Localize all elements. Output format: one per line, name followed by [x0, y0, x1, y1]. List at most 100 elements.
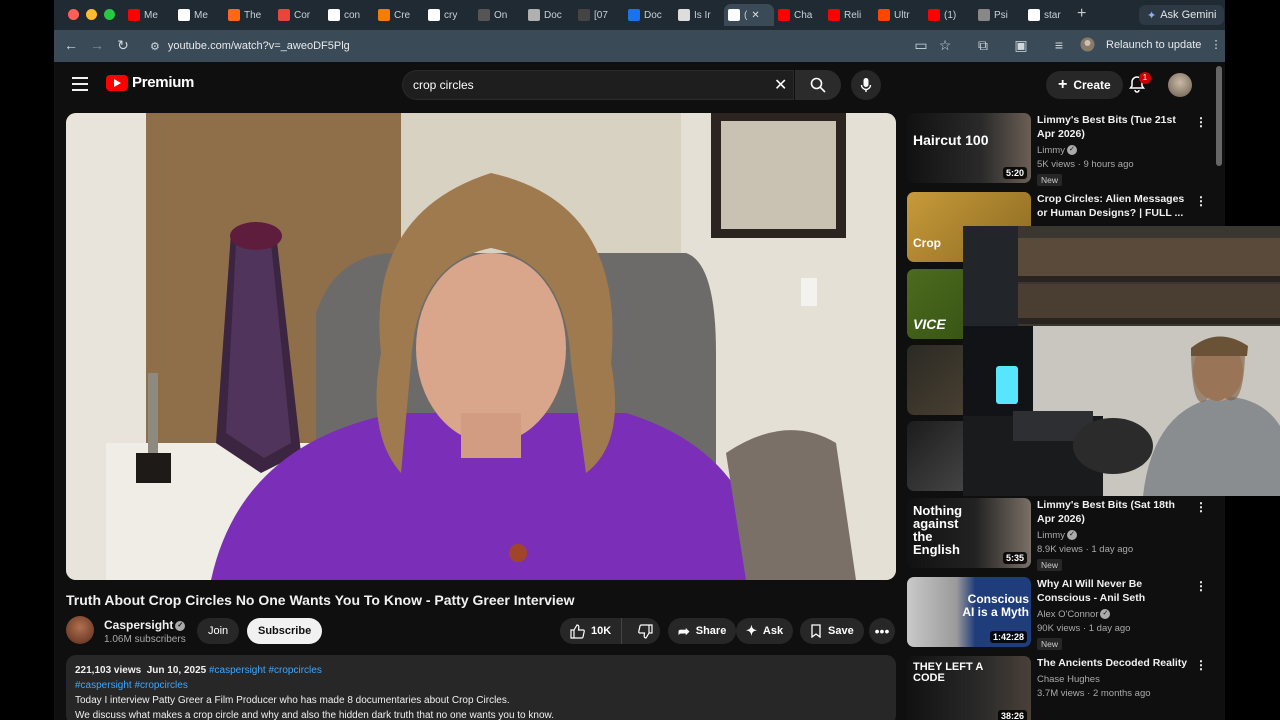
related-video-title[interactable]: Crop Circles: Alien Messages or Human De…	[1037, 192, 1189, 220]
voice-search-button[interactable]	[851, 70, 881, 100]
browser-tab[interactable]: On	[474, 4, 524, 26]
browser-tab[interactable]: Ultr	[874, 4, 924, 26]
video-thumbnail[interactable]: THEY LEFT A CODE 38:26	[907, 656, 1031, 720]
related-channel[interactable]: Limmy ✓	[1037, 530, 1077, 541]
related-video-meta: 5K views · 9 hours ago	[1037, 159, 1134, 170]
site-settings-icon[interactable]: ⚙	[150, 40, 160, 53]
back-arrow-icon[interactable]: ←	[62, 37, 80, 53]
related-video-meta: 3.7M views · 2 months ago	[1037, 688, 1151, 699]
browser-tab[interactable]: Reli	[824, 4, 874, 26]
maximize-window-button[interactable]	[104, 9, 115, 20]
reload-icon[interactable]: ↻	[114, 37, 132, 54]
share-button[interactable]: ➦ Share	[668, 618, 737, 644]
new-tab-button[interactable]: +	[1077, 5, 1086, 23]
relaunch-button[interactable]: Relaunch to update ⋮	[1106, 38, 1221, 51]
menu-dots-icon[interactable]: ⋮	[1210, 39, 1221, 51]
related-channel[interactable]: Chase Hughes	[1037, 674, 1100, 685]
browser-tab[interactable]: (1)	[924, 4, 974, 26]
browser-tab[interactable]: (✕	[724, 4, 774, 26]
ask-gemini-button[interactable]: ✦ Ask Gemini	[1139, 5, 1225, 25]
related-video-item[interactable]: Nothing against the English 5:35 Limmy's…	[907, 498, 1217, 571]
dislike-button[interactable]	[628, 618, 663, 644]
more-actions-button[interactable]: •••	[869, 618, 895, 644]
account-avatar[interactable]	[1168, 73, 1192, 97]
video-options-icon[interactable]: ⋮	[1195, 579, 1207, 593]
bookmark-star-icon[interactable]: ☆	[936, 37, 954, 54]
video-title: Truth About Crop Circles No One Wants Yo…	[66, 592, 575, 608]
minimize-window-button[interactable]	[86, 9, 97, 20]
thumbnail-text: Conscious AI is a Myth	[962, 592, 1029, 619]
browser-tab[interactable]: Doc	[524, 4, 574, 26]
video-player[interactable]	[66, 113, 896, 580]
browser-tab[interactable]: con	[324, 4, 374, 26]
tab-label: star	[1044, 9, 1061, 21]
hashtags-inline[interactable]: #caspersight #cropcircles	[209, 665, 322, 676]
channel-name[interactable]: Caspersight ✓	[104, 618, 186, 632]
related-video-item[interactable]: Haircut 100 5:20 Limmy's Best Bits (Tue …	[907, 113, 1217, 186]
cast-icon[interactable]: ▭	[912, 37, 930, 54]
clear-search-icon[interactable]: ✕	[774, 75, 787, 95]
page-scrollbar[interactable]	[1216, 66, 1222, 166]
profile-icon[interactable]	[1078, 37, 1096, 55]
tab-search-icon[interactable]: ▣	[1012, 37, 1030, 54]
browser-tab[interactable]: Is Ir	[674, 4, 724, 26]
browser-tab[interactable]: Psi	[974, 4, 1024, 26]
youtube-premium-logo[interactable]: Premium	[106, 74, 194, 91]
close-tab-icon[interactable]: ✕	[751, 10, 759, 21]
ask-gemini-label: Ask Gemini	[1160, 9, 1217, 21]
related-channel[interactable]: Alex O'Connor ✓	[1037, 609, 1111, 620]
browser-tab[interactable]: Doc	[624, 4, 674, 26]
video-options-icon[interactable]: ⋮	[1195, 658, 1207, 672]
video-thumbnail[interactable]: Haircut 100 5:20	[907, 113, 1031, 183]
create-button[interactable]: + Create	[1046, 71, 1123, 99]
like-button[interactable]: 10K	[560, 618, 623, 644]
google-icon	[428, 9, 440, 21]
related-video-item[interactable]: Conscious AI is a Myth 1:42:28 Why AI Wi…	[907, 577, 1217, 650]
video-options-icon[interactable]: ⋮	[1195, 115, 1207, 129]
related-video-title[interactable]: The Ancients Decoded Reality	[1037, 656, 1189, 670]
search-button[interactable]	[795, 70, 841, 100]
browser-tab[interactable]: The	[224, 4, 274, 26]
tab-label: Reli	[844, 9, 862, 21]
tab-label: Cre	[394, 9, 411, 21]
browser-tab[interactable]: [07	[574, 4, 624, 26]
create-label: Create	[1073, 78, 1111, 92]
video-options-icon[interactable]: ⋮	[1195, 194, 1207, 208]
microphone-icon	[860, 78, 872, 92]
close-window-button[interactable]	[68, 9, 79, 20]
browser-tab[interactable]: Me	[174, 4, 224, 26]
channel-avatar[interactable]	[66, 616, 94, 644]
search-input[interactable]: crop circles	[402, 70, 794, 100]
verified-check-icon: ✓	[1066, 145, 1077, 156]
ask-button[interactable]: ✦ Ask	[736, 618, 794, 644]
hashtags-line[interactable]: #caspersight #cropcircles	[75, 678, 887, 693]
description-box[interactable]: 221,103 views Jun 10, 2025 #caspersight …	[66, 655, 896, 720]
browser-tab[interactable]: star	[1024, 4, 1074, 26]
browser-tab[interactable]: Cor	[274, 4, 324, 26]
browser-tab[interactable]: Me	[124, 4, 174, 26]
video-thumbnail[interactable]: Nothing against the English 5:35	[907, 498, 1031, 568]
video-thumbnail[interactable]: Conscious AI is a Myth 1:42:28	[907, 577, 1031, 647]
save-button[interactable]: Save	[800, 618, 864, 644]
reddit-icon	[878, 9, 890, 21]
browser-tab[interactable]: Cha	[774, 4, 824, 26]
tab-label: (1)	[944, 9, 957, 21]
related-video-title[interactable]: Why AI Will Never Be Conscious - Anil Se…	[1037, 577, 1189, 605]
tab-label: con	[344, 9, 361, 21]
browser-tab[interactable]: Cre	[374, 4, 424, 26]
related-video-title[interactable]: Limmy's Best Bits (Tue 21st Apr 2026)	[1037, 113, 1189, 141]
related-channel[interactable]: Limmy ✓	[1037, 145, 1077, 156]
address-bar[interactable]: ⚙ youtube.com/watch?v=_aweoDF5Plg	[142, 34, 902, 58]
extensions-icon[interactable]: ⧉	[974, 37, 992, 54]
related-video-item[interactable]: THEY LEFT A CODE 38:26 The Ancients Deco…	[907, 656, 1217, 720]
related-video-title[interactable]: Limmy's Best Bits (Sat 18th Apr 2026)	[1037, 498, 1189, 526]
more-dots-icon: •••	[874, 623, 890, 639]
video-options-icon[interactable]: ⋮	[1195, 500, 1207, 514]
verified-check-icon: ✓	[1100, 609, 1111, 620]
hamburger-menu-icon[interactable]	[72, 77, 88, 91]
browser-tab[interactable]: cry	[424, 4, 474, 26]
reading-list-icon[interactable]: ≡	[1050, 37, 1068, 53]
join-button[interactable]: Join	[197, 618, 240, 644]
forward-arrow-icon[interactable]: →	[88, 37, 106, 53]
subscribe-button[interactable]: Subscribe	[247, 618, 323, 644]
